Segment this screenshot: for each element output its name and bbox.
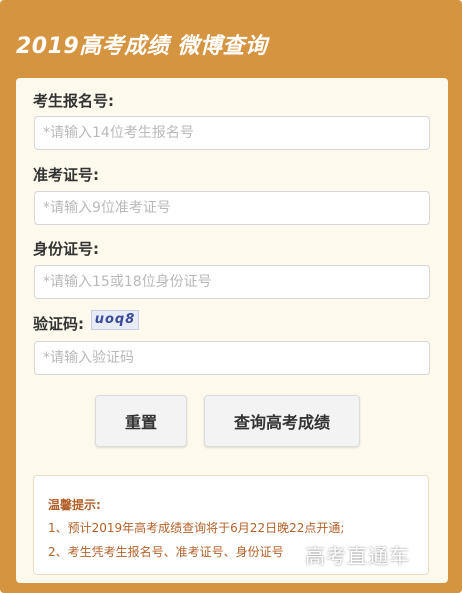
exam-no-input[interactable] <box>34 116 430 150</box>
exam-no-label: 考生报名号: <box>33 92 114 110</box>
id-no-input[interactable] <box>34 265 430 299</box>
tips-title: 温馨提示: <box>48 498 101 512</box>
reset-button[interactable]: 重置 <box>95 395 187 447</box>
captcha-image[interactable]: uoq8 <box>91 310 139 330</box>
watermark: 高考直通车 <box>305 544 410 568</box>
captcha-input[interactable] <box>34 341 430 375</box>
query-score-button[interactable]: 查询高考成绩 <box>204 395 360 447</box>
captcha-label: 验证码: <box>33 315 84 333</box>
tip-item: 2、考生凭考生报名号、准考证号、身份证号 <box>48 545 284 559</box>
query-card: 2019高考成绩 微博查询 考生报名号: 准考证号: 身份证号: 验证码: uo… <box>0 0 462 593</box>
admission-no-label: 准考证号: <box>33 166 99 184</box>
page-title: 2019高考成绩 微博查询 <box>16 34 268 59</box>
id-no-label: 身份证号: <box>33 240 99 258</box>
tip-item: 1、预计2019年高考成绩查询将于6月22日晚22点开通; <box>48 521 345 535</box>
admission-no-input[interactable] <box>34 191 430 225</box>
form-panel: 考生报名号: 准考证号: 身份证号: 验证码: uoq8 重置 查询高考成绩 温… <box>16 78 448 583</box>
